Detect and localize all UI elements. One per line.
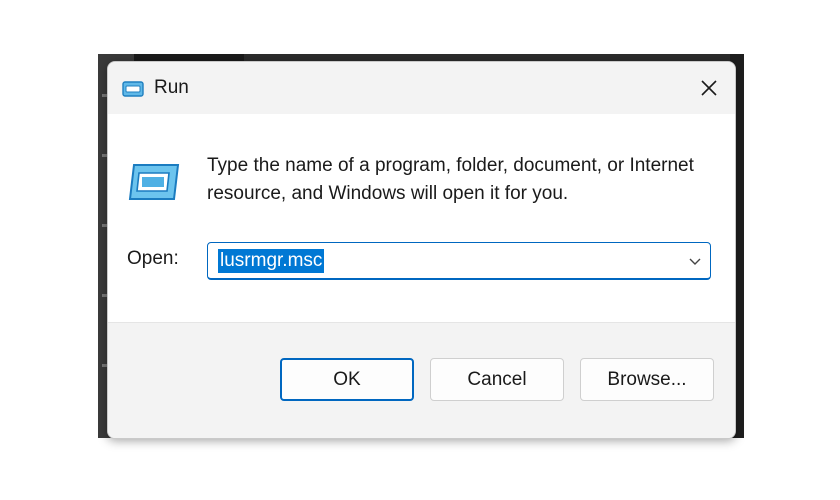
open-label: Open: (127, 248, 179, 269)
browse-button[interactable]: Browse... (580, 358, 714, 401)
title-bar[interactable]: Run (108, 62, 735, 114)
window-title: Run (154, 77, 189, 98)
open-input[interactable]: lusrmgr.msc (218, 249, 325, 273)
run-app-icon (122, 81, 144, 97)
close-button[interactable] (683, 62, 735, 114)
close-icon (701, 80, 717, 96)
chevron-down-icon[interactable] (688, 254, 702, 268)
open-combobox[interactable]: lusrmgr.msc (207, 242, 711, 280)
cancel-button[interactable]: Cancel (430, 358, 564, 401)
ok-button[interactable]: OK (280, 358, 414, 401)
description-text: Type the name of a program, folder, docu… (207, 155, 694, 204)
run-app-icon (128, 164, 180, 200)
run-dialog: Run Type the name of a program, folder, … (107, 61, 736, 439)
button-bar: OK Cancel Browse... (108, 322, 735, 438)
dialog-content: Type the name of a program, folder, docu… (108, 114, 735, 322)
